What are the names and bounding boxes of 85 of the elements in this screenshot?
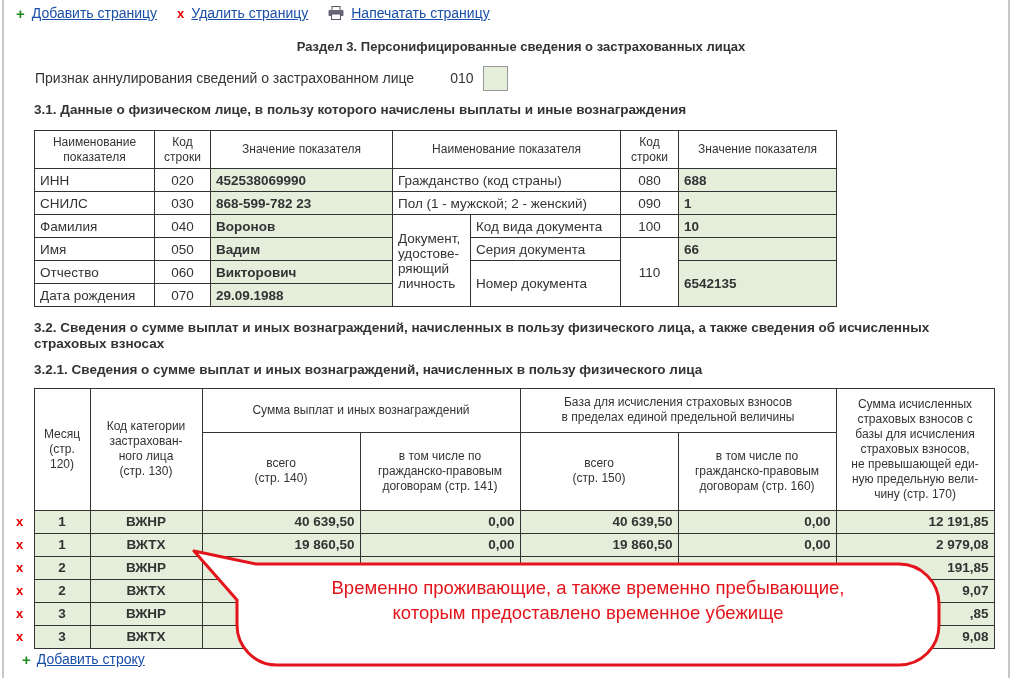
table-cell: 2 979,08 [836,533,994,556]
table-cell: 0,00 [360,510,520,533]
table-cell: 1 [678,191,837,215]
plus-icon[interactable]: + [22,652,31,667]
table-cell: 66 [678,237,837,261]
table-cell: ВЖНР [90,510,202,533]
table-cell: Имя [34,237,155,261]
table-cell: 020 [154,168,211,192]
line-code: 010 [450,68,474,88]
table-cell: 6542135 [678,260,837,307]
plus-icon[interactable]: + [16,5,25,21]
column-header: Значение показателя [678,130,837,169]
add-row-link[interactable]: Добавить строку [36,649,145,670]
table-cell: 050 [154,237,211,261]
column-header: Сумма выплат и иных вознаграждений [202,388,520,432]
table-cell: 080 [620,168,679,192]
delete-icon[interactable]: x [177,6,185,20]
toolbar-link[interactable]: Добавить страницу [31,2,158,24]
column-header: Сумма исчисленных страховых взносов с базы для исчисления страховых взносов, не превышающей еди- ную предельную вели- чину (стр. 170) [836,388,994,510]
column-header: всего (стр. 140) [202,432,360,510]
column-header: Код строки [154,130,211,169]
column-header: Наименование показателя [34,130,155,169]
table-cell: 2 [34,579,90,602]
column-header: Месяц (стр. 120) [34,388,90,510]
table-cell: 10 [678,214,837,238]
subsection-title: 3.2. Сведения о сумме выплат и иных вознаграждений, начисленных в пользу физического лица, а также сведения об исчисленных страховых взносах [34,320,931,353]
table-cell: 868-599-782 23 [210,191,393,215]
input-field[interactable] [482,65,508,91]
table-cell: Воронов [210,214,393,238]
table-cell: 070 [154,283,211,307]
table-cell: Гражданство (код страны) [392,168,621,192]
table-cell: 40 639,50 [202,510,360,533]
table-cell: 0,00 [360,533,520,556]
table-cell: Викторович [210,260,393,284]
table-cell: 452538069990 [210,168,393,192]
toolbar-link[interactable]: Удалить страницу [191,2,309,24]
table-cell: Отчество [34,260,155,284]
table-cell: Дата рождения [34,283,155,307]
table-cell: 688 [678,168,837,192]
table-cell: ИНН [34,168,155,192]
table-cell: 3 [34,602,90,625]
table-cell: 29.09.1988 [210,283,393,307]
table-cell: ВЖНР [90,602,202,625]
table-cell: Серия документа [470,237,621,261]
delete-row-icon[interactable]: x [16,514,24,529]
table-cell: 0,00 [678,510,836,533]
subsection-title: 3.1. Данные о физическом лице, в пользу которого начислены выплаты и иные вознаграждения [34,101,688,119]
table-cell: Фамилия [34,214,155,238]
table-cell: 12 191,85 [836,510,994,533]
table-cell: 40 639,50 [520,510,678,533]
column-header: всего (стр. 150) [520,432,678,510]
table-cell: Пол (1 - мужской; 2 - женский) [392,191,621,215]
table-cell: 2 [34,556,90,579]
table-cell: Код вида документа [470,214,621,238]
table-cell: 19 860,50 [520,533,678,556]
column-header: Наименование показателя [392,130,621,169]
table-cell: 060 [154,260,211,284]
table-cell: 110 [620,237,679,307]
delete-row-icon[interactable]: x [16,537,24,552]
toolbar-link[interactable]: Напечатать страницу [351,2,490,24]
table-cell: 1 [34,533,90,556]
table-cell: ВЖТХ [90,579,202,602]
subsection-title: 3.2.1. Сведения о сумме выплат и иных вознаграждений, начисленных в пользу физического лица [34,361,704,380]
table-cell: 0,00 [678,533,836,556]
table-cell: ВЖТХ [90,625,202,648]
table-cell: 1 [34,510,90,533]
field-label: Признак аннулирования сведений о застрахованном лице [35,68,415,88]
table-cell: 030 [154,191,211,215]
delete-row-icon[interactable]: x [16,583,24,598]
printer-icon[interactable] [328,6,345,20]
table-cell: 040 [154,214,211,238]
delete-row-icon[interactable]: x [16,629,24,644]
delete-row-icon[interactable]: x [16,606,24,621]
column-header: Код строки [620,130,679,169]
table-cell: 3 [34,625,90,648]
column-header: в том числе по гражданско-правовым договорам (стр. 141) [360,432,520,510]
column-header: Значение показателя [210,130,393,169]
column-header: Код категории застрахован- ного лица (стр. 130) [90,388,202,510]
table-cell: 090 [620,191,679,215]
table-cell: 100 [620,214,679,238]
section-title: Раздел 3. Персонифицированные сведения о застрахованных лицах [295,38,747,55]
table-cell: СНИЛС [34,191,155,215]
table-cell: Вадим [210,237,393,261]
column-header: База для исчисления страховых взносов в пределах единой предельной величины [520,388,836,432]
delete-row-icon[interactable]: x [16,560,24,575]
